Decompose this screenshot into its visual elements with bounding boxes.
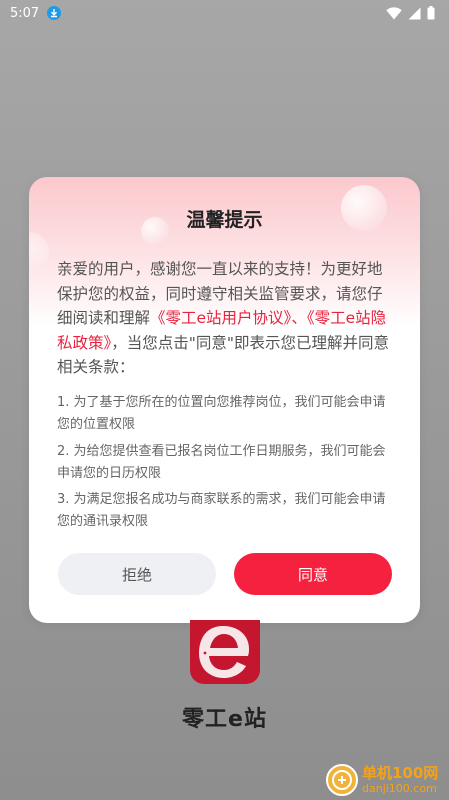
permission-location: 1. 为了基于您所在的位置向您推荐岗位，我们可能会申请您的位置权限 <box>57 395 386 432</box>
wifi-icon <box>386 6 402 19</box>
signal-icon <box>408 7 421 19</box>
status-time: 5:07 <box>10 5 40 21</box>
watermark-url: danji100.com <box>362 782 437 795</box>
watermark-logo-icon <box>326 764 358 796</box>
dialog-title: 温馨提示 <box>186 209 263 231</box>
user-agreement-link[interactable]: 《零工e站用户协议》 <box>150 309 291 327</box>
privacy-dialog: 温馨提示 亲爱的用户，感谢您一直以来的支持！为更好地保护您的权益，同时遵守相关监… <box>29 177 420 623</box>
status-icons <box>386 6 435 20</box>
dialog-intro: 亲爱的用户，感谢您一直以来的支持！为更好地保护您的权益，同时遵守相关监管要求，请… <box>57 257 395 380</box>
decorative-bubble <box>29 232 49 272</box>
agree-button[interactable]: 同意 <box>234 553 392 595</box>
permission-calendar: 2. 为给您提供查看已报名岗位工作日期服务，我们可能会申请您的日历权限 <box>57 444 386 481</box>
download-icon <box>47 6 62 20</box>
app-name: 零工e站 <box>182 707 267 732</box>
status-bar: 5:07 <box>0 0 449 26</box>
watermark-brand: 单机100网 <box>362 764 439 782</box>
reject-button[interactable]: 拒绝 <box>58 553 216 595</box>
watermark: 单机100网 danji100.com <box>326 760 449 800</box>
app-logo-icon <box>190 620 260 684</box>
watermark-text: 单机100网 danji100.com <box>362 764 439 795</box>
separator-text: 、 <box>291 309 307 327</box>
permission-contacts: 3. 为满足您报名成功与商家联系的需求，我们可能会申请您的通讯录权限 <box>57 492 386 529</box>
battery-icon <box>427 6 435 20</box>
